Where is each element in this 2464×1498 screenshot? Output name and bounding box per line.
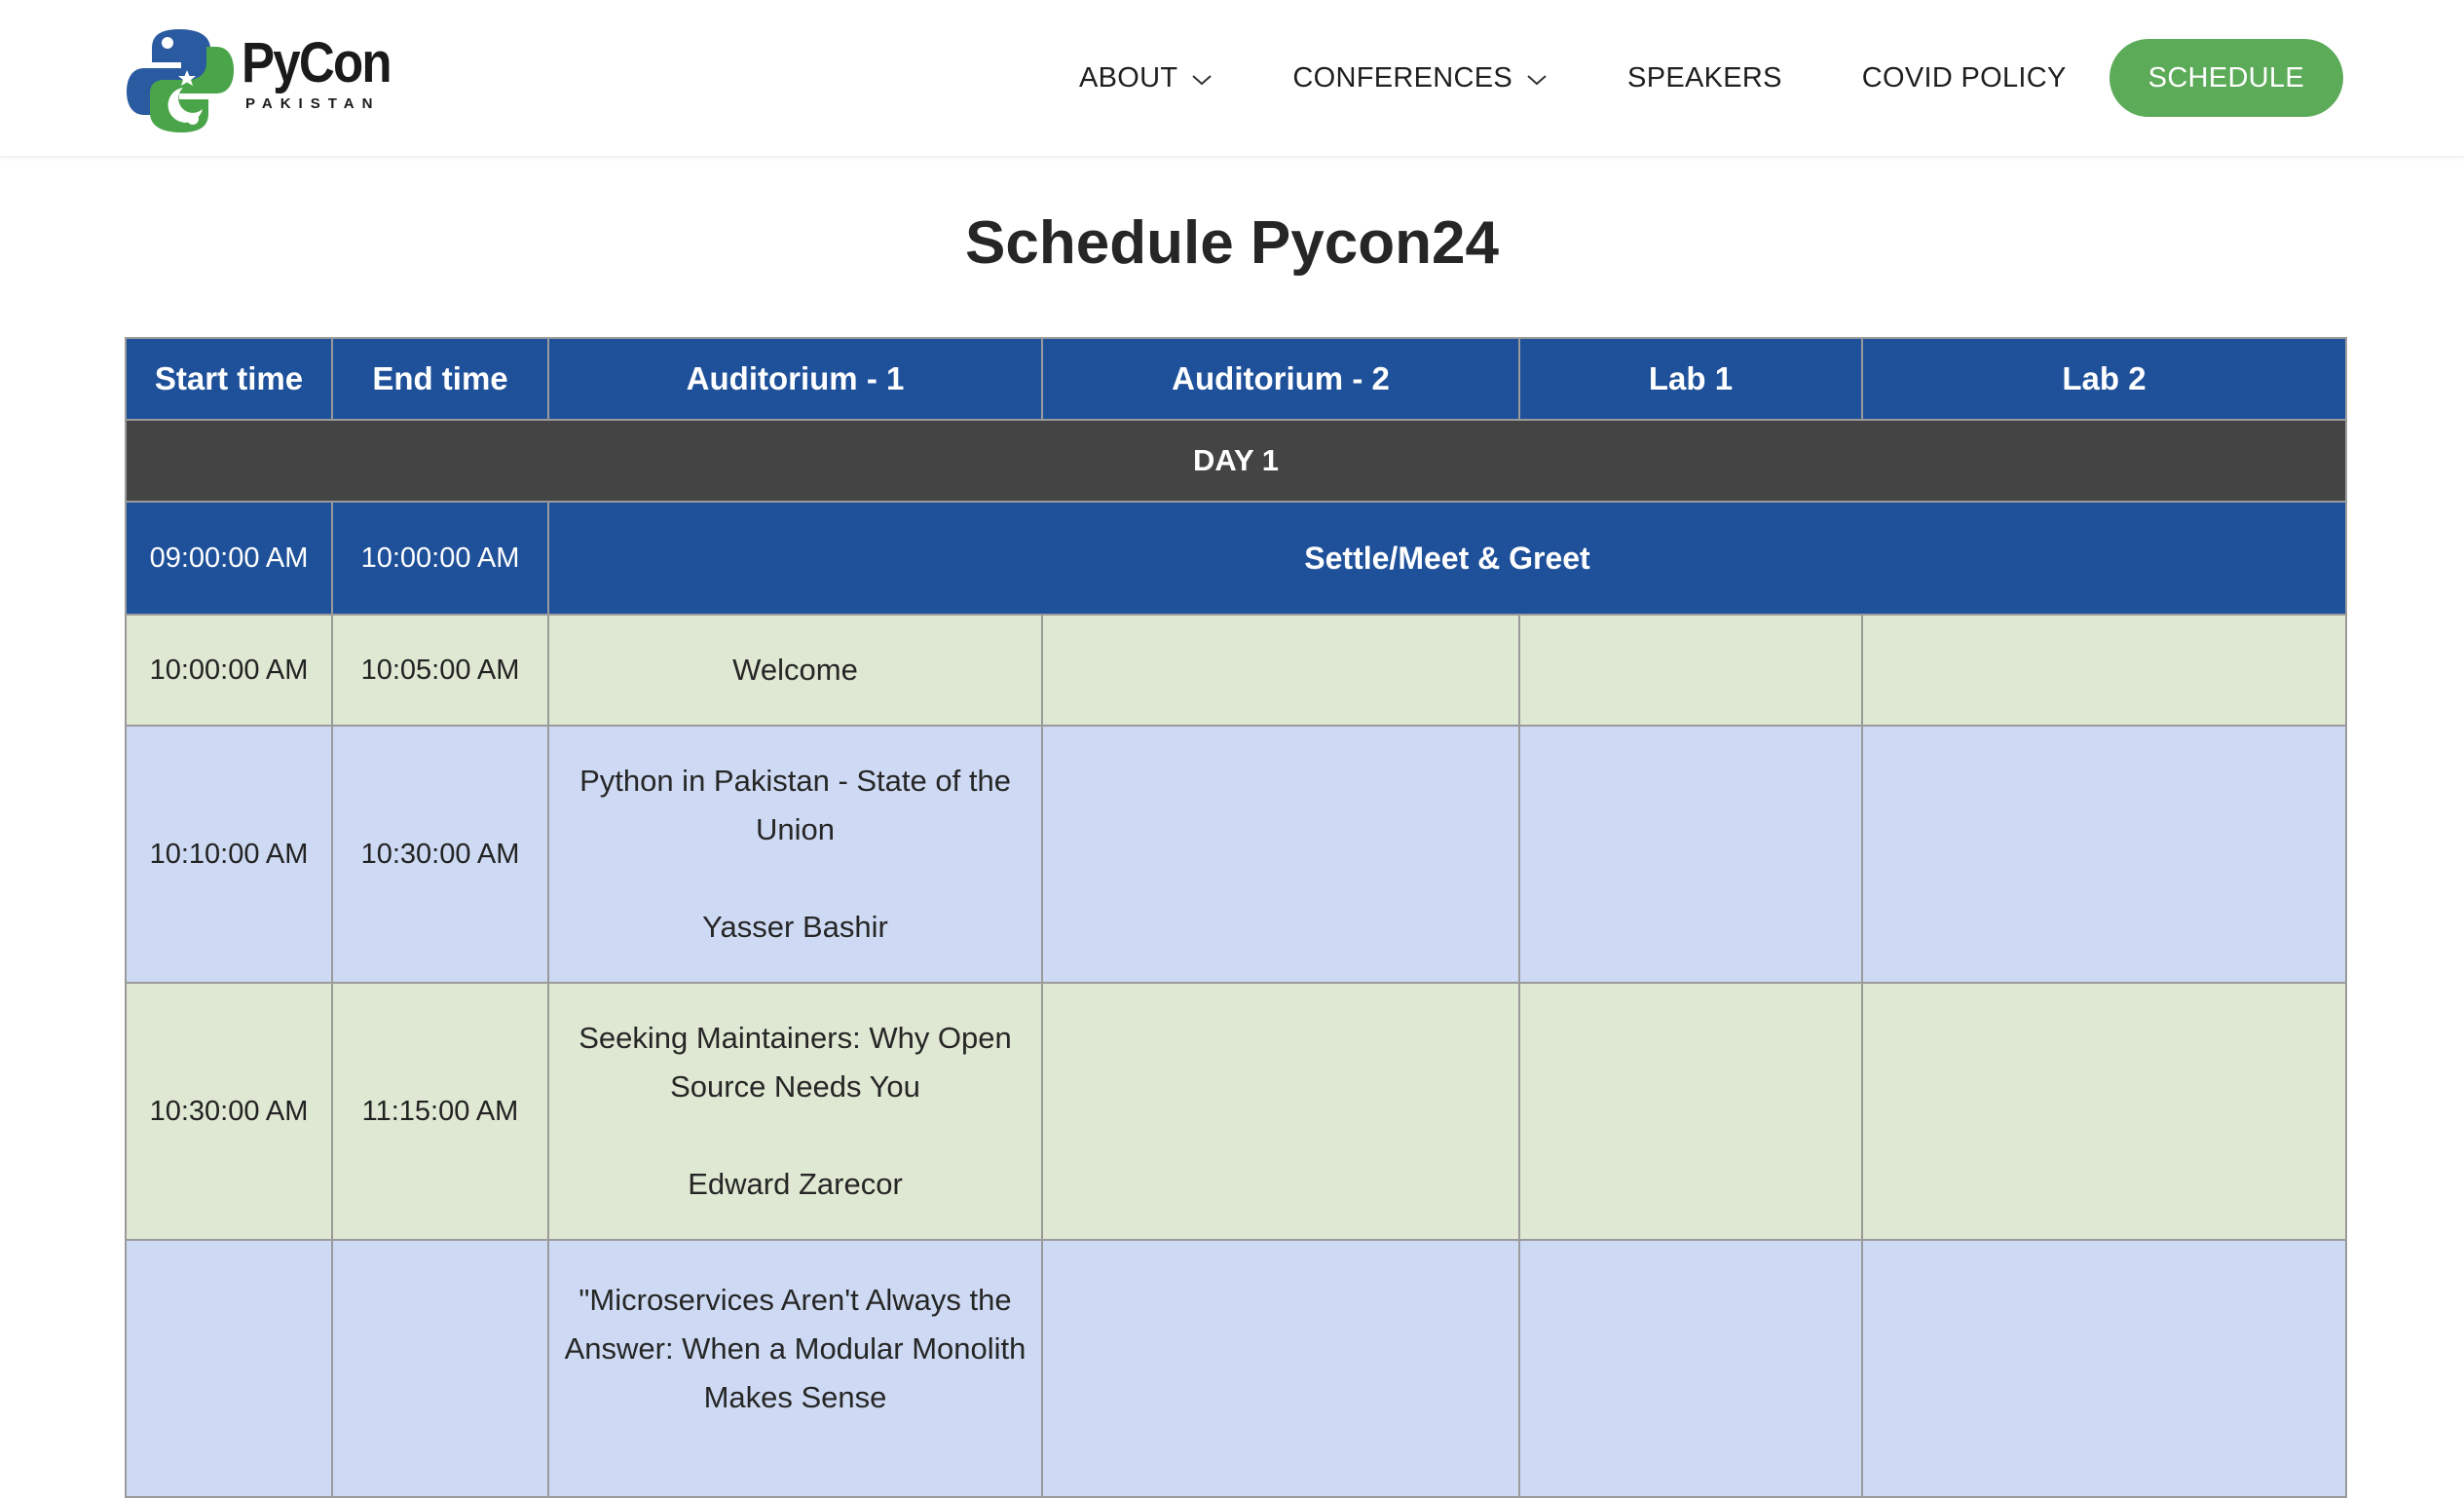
end-time-cell: 10:00:00 AM	[331, 501, 549, 616]
nav-conferences-label: CONFERENCES	[1292, 61, 1513, 94]
talk-title: Seeking Maintainers: Why Open Source Nee…	[579, 1021, 1012, 1104]
nav-about-label: ABOUT	[1078, 61, 1178, 94]
nav-speakers-label: SPEAKERS	[1627, 61, 1782, 94]
table-row: 09:00:00 AM 10:00:00 AM Settle/Meet & Gr…	[125, 501, 2347, 616]
start-time-cell: 10:10:00 AM	[125, 725, 333, 984]
auditorium-2-cell	[1041, 725, 1520, 984]
auditorium-1-cell[interactable]: "Microservices Aren't Always the Answer:…	[547, 1239, 1043, 1498]
header-auditorium-2: Auditorium - 2	[1041, 337, 1520, 421]
end-time-cell: 11:15:00 AM	[331, 982, 549, 1241]
table-row: 10:00:00 AM 10:05:00 AM Welcome	[125, 614, 2347, 727]
talk-title: "Microservices Aren't Always the Answer:…	[564, 1283, 1027, 1414]
page-title: Schedule Pycon24	[965, 209, 1499, 277]
main-nav: ABOUT CONFERENCES SPEAKERS COVID POLICY …	[1079, 39, 2343, 117]
end-time-cell: 10:30:00 AM	[331, 725, 549, 984]
schedule-button[interactable]: SCHEDULE	[2109, 39, 2343, 117]
nav-covid-policy[interactable]: COVID POLICY	[1862, 62, 2067, 94]
lab-1-cell	[1518, 614, 1863, 727]
start-time-cell: 09:00:00 AM	[125, 501, 333, 616]
chevron-down-icon	[1191, 62, 1213, 94]
lab-2-cell	[1861, 1239, 2347, 1498]
table-row: 10:10:00 AM 10:30:00 AM Python in Pakist…	[125, 725, 2347, 984]
day-label: DAY 1	[125, 419, 2347, 503]
lab-1-cell	[1518, 982, 1863, 1241]
site-header: PyCon PAKISTAN ABOUT CONFERENCES SPEAKER…	[0, 0, 2464, 157]
logo-text: PyCon PAKISTAN	[242, 31, 411, 113]
start-time-cell: 10:30:00 AM	[125, 982, 333, 1241]
auditorium-2-cell	[1041, 1239, 1520, 1498]
lab-1-cell	[1518, 725, 1863, 984]
header-end-time: End time	[331, 337, 549, 421]
nav-about[interactable]: ABOUT	[1079, 62, 1213, 94]
lab-2-cell	[1861, 614, 2347, 727]
event-cell: Settle/Meet & Greet	[547, 501, 2347, 616]
start-time-cell	[125, 1239, 333, 1498]
nav-speakers[interactable]: SPEAKERS	[1627, 62, 1782, 94]
table-row: 10:30:00 AM 11:15:00 AM Seeking Maintain…	[125, 982, 2347, 1241]
logo-subtitle: PAKISTAN	[245, 95, 381, 112]
talk-title: Python in Pakistan - State of the Union	[579, 764, 1011, 846]
pycon-pakistan-logo[interactable]: PyCon PAKISTAN	[127, 27, 392, 136]
header-lab-2: Lab 2	[1861, 337, 2347, 421]
auditorium-1-cell[interactable]: Welcome	[547, 614, 1043, 727]
auditorium-1-cell[interactable]: Python in Pakistan - State of the Union …	[547, 725, 1043, 984]
end-time-cell	[331, 1239, 549, 1498]
lab-2-cell	[1861, 982, 2347, 1241]
table-row: "Microservices Aren't Always the Answer:…	[125, 1239, 2347, 1498]
python-logo-icon	[127, 29, 234, 132]
schedule-table: Start time End time Auditorium - 1 Audit…	[125, 337, 2347, 1498]
auditorium-2-cell	[1041, 982, 1520, 1241]
lab-1-cell	[1518, 1239, 1863, 1498]
talk-title: Welcome	[732, 653, 858, 687]
start-time-cell: 10:00:00 AM	[125, 614, 333, 727]
auditorium-1-cell[interactable]: Seeking Maintainers: Why Open Source Nee…	[547, 982, 1043, 1241]
auditorium-2-cell	[1041, 614, 1520, 727]
logo-wordmark: PyCon	[242, 31, 392, 94]
end-time-cell: 10:05:00 AM	[331, 614, 549, 727]
table-header-row: Start time End time Auditorium - 1 Audit…	[125, 337, 2347, 421]
talk-speaker: Yasser Bashir	[702, 910, 888, 944]
nav-conferences[interactable]: CONFERENCES	[1292, 62, 1548, 94]
day-row: DAY 1	[125, 419, 2347, 503]
header-start-time: Start time	[125, 337, 333, 421]
nav-covid-policy-label: COVID POLICY	[1861, 61, 2067, 94]
chevron-down-icon	[1526, 62, 1548, 94]
header-auditorium-1: Auditorium - 1	[547, 337, 1043, 421]
talk-speaker: Edward Zarecor	[688, 1167, 903, 1201]
lab-2-cell	[1861, 725, 2347, 984]
header-lab-1: Lab 1	[1518, 337, 1863, 421]
